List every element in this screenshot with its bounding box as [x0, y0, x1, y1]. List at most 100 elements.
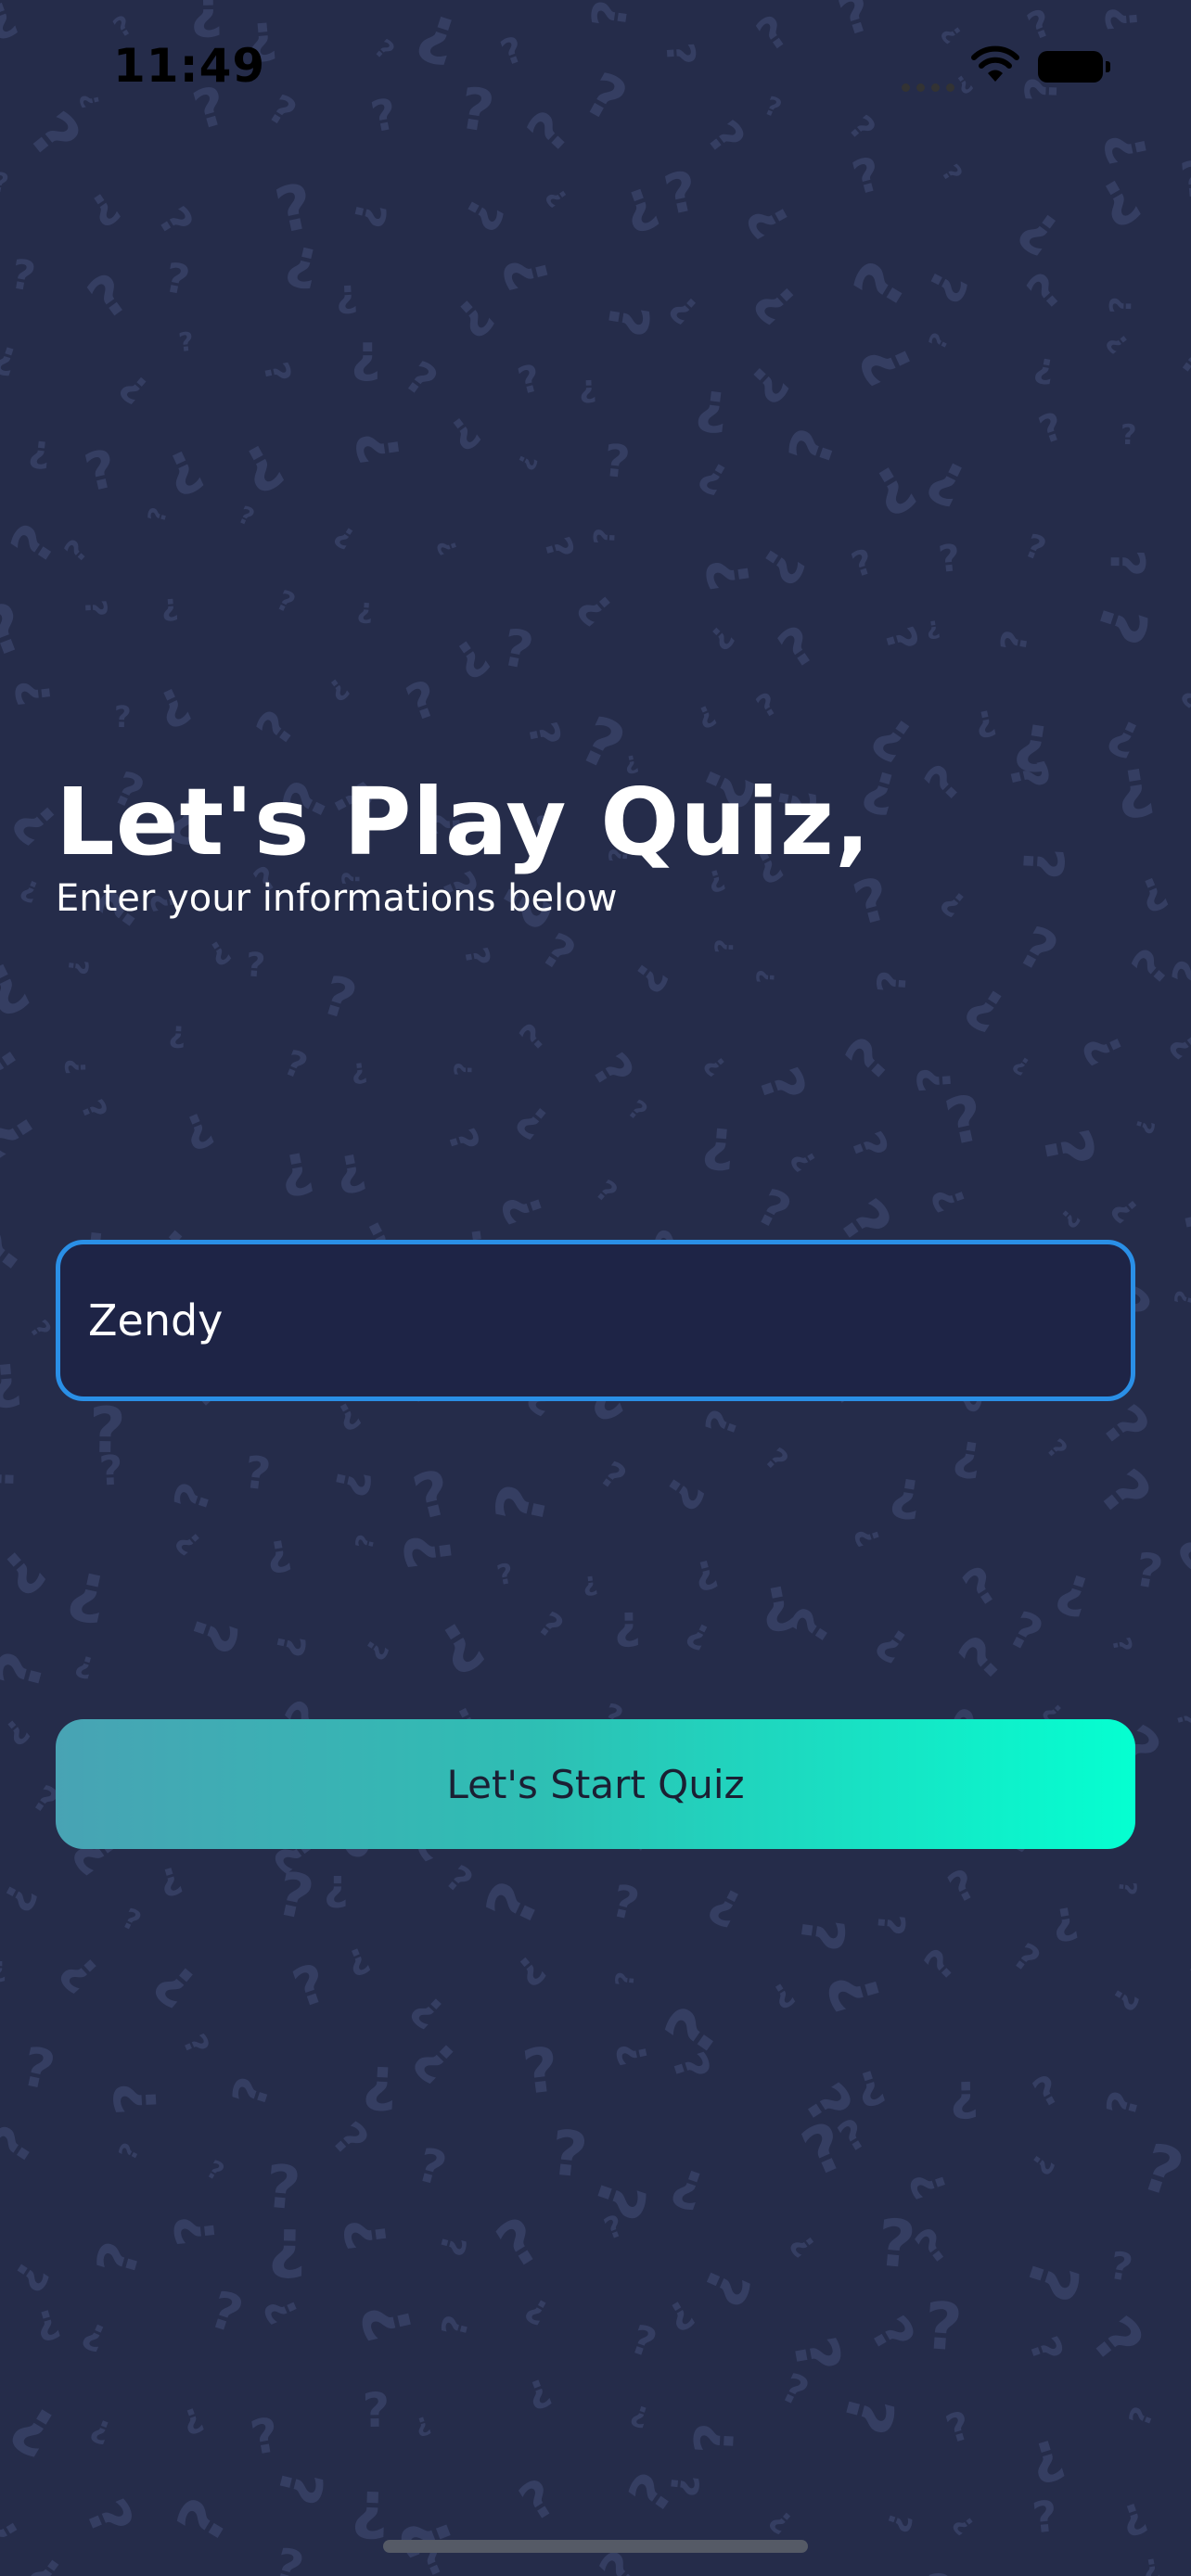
pattern-glyph: ¿ — [28, 2294, 64, 2346]
pattern-glyph: ? — [614, 172, 667, 245]
pattern-glyph: ? — [261, 85, 304, 136]
signal-dots-icon — [902, 78, 967, 92]
pattern-glyph: ? — [1121, 2402, 1161, 2431]
pattern-glyph: ? — [0, 0, 24, 50]
pattern-glyph: ? — [60, 1554, 115, 1639]
pattern-glyph: ¿ — [115, 1904, 145, 1941]
pattern-glyph: ¿ — [0, 1027, 40, 1094]
pattern-glyph: ? — [262, 1529, 296, 1583]
pattern-glyph: ¿ — [997, 628, 1042, 656]
pattern-glyph: ¿ — [276, 1046, 312, 1092]
pattern-glyph: ? — [6, 676, 62, 709]
pattern-glyph: ? — [344, 427, 415, 468]
pattern-glyph: ¿ — [957, 966, 1021, 1039]
pattern-glyph: ¿ — [611, 2035, 663, 2069]
name-input[interactable] — [88, 1244, 1099, 1396]
pattern-glyph: ? — [154, 434, 212, 509]
pattern-glyph: ? — [518, 718, 570, 751]
pattern-glyph: ¿ — [0, 330, 24, 380]
pattern-glyph: ¿ — [1104, 1635, 1135, 1656]
pattern-glyph: ? — [813, 1962, 898, 2021]
pattern-glyph: ¿ — [1028, 2071, 1070, 2122]
pattern-glyph: ¿ — [489, 2210, 558, 2290]
pattern-glyph: ¿ — [1034, 408, 1071, 458]
pattern-glyph: ? — [3, 2252, 59, 2301]
pattern-glyph: ¿ — [170, 2210, 237, 2249]
pattern-glyph: ¿ — [1130, 2136, 1190, 2222]
pattern-glyph: ¿ — [529, 1607, 568, 1650]
pattern-glyph: ¿ — [8, 104, 89, 179]
pattern-glyph: ¿ — [574, 1047, 640, 1103]
pattern-glyph: ? — [443, 286, 505, 350]
pattern-glyph: ? — [768, 614, 827, 682]
pattern-glyph: ¿ — [1101, 325, 1138, 358]
pattern-glyph: ¿ — [17, 868, 45, 907]
pattern-glyph: ? — [6, 250, 39, 301]
pattern-glyph: ? — [1018, 2330, 1072, 2369]
pattern-glyph: ¿ — [1164, 1021, 1191, 1064]
pattern-glyph: ¿ — [198, 928, 236, 971]
pattern-glyph: ? — [323, 1463, 381, 1502]
pattern-glyph: ¿ — [1000, 2248, 1086, 2308]
pattern-glyph: ? — [76, 261, 142, 333]
pattern-glyph: ? — [519, 2289, 556, 2332]
pattern-glyph: ¿ — [0, 1092, 59, 1167]
pattern-glyph: ? — [1097, 2085, 1150, 2122]
home-indicator[interactable] — [383, 2540, 808, 2553]
pattern-glyph: ? — [113, 2138, 147, 2165]
pattern-glyph: ? — [169, 1523, 210, 1562]
pattern-glyph: ? — [1173, 677, 1191, 715]
pattern-glyph: ? — [314, 963, 364, 1033]
pattern-glyph: ¿ — [1082, 1397, 1157, 1466]
pattern-glyph: ¿ — [53, 1937, 116, 1999]
pattern-glyph: ? — [652, 1466, 714, 1519]
pattern-glyph: ¿ — [0, 595, 39, 682]
pattern-glyph: ? — [244, 946, 267, 986]
pattern-glyph: ¿ — [86, 2406, 118, 2449]
pattern-glyph: ? — [160, 591, 180, 628]
pattern-glyph: ¿ — [1005, 919, 1065, 993]
pattern-glyph: ¿ — [783, 423, 858, 478]
pattern-glyph: ¿ — [682, 1609, 719, 1654]
pattern-glyph: ? — [142, 1949, 210, 2020]
pattern-glyph: ? — [934, 18, 968, 49]
pattern-glyph: ? — [947, 1623, 1018, 1694]
pattern-glyph: ¿ — [76, 89, 109, 110]
pattern-glyph: ¿ — [913, 1064, 968, 1094]
pattern-glyph: ? — [328, 1393, 367, 1439]
pattern-glyph: ? — [350, 2475, 391, 2551]
pattern-glyph: ¿ — [1130, 1548, 1166, 1607]
pattern-glyph: ¿ — [618, 950, 673, 999]
pattern-glyph: ? — [783, 1142, 826, 1178]
pattern-glyph: ? — [160, 254, 194, 305]
pattern-glyph: ¿ — [503, 1942, 550, 1992]
pattern-glyph: ? — [736, 353, 800, 415]
pattern-glyph: ¿ — [15, 2042, 59, 2111]
pattern-glyph: ? — [758, 1441, 796, 1478]
pattern-glyph: ? — [1172, 1947, 1191, 1997]
pattern-glyph: ? — [267, 2538, 310, 2576]
pattern-glyph: ? — [845, 330, 929, 396]
pattern-glyph: ¿ — [918, 758, 978, 816]
name-field[interactable] — [56, 1240, 1135, 1401]
start-quiz-button[interactable]: Let's Start Quiz — [56, 1719, 1135, 1849]
pattern-glyph: ¿ — [410, 2407, 434, 2440]
pattern-glyph: ¿ — [909, 2222, 962, 2279]
pattern-glyph: ? — [1109, 751, 1159, 833]
pattern-glyph: ? — [1103, 296, 1139, 314]
pattern-glyph: ? — [1103, 1189, 1147, 1231]
pattern-glyph: ¿ — [1181, 22, 1191, 59]
pattern-glyph: ¿ — [1079, 1461, 1159, 1537]
pattern-glyph: ? — [874, 2204, 919, 2284]
pattern-glyph: ¿ — [143, 201, 198, 249]
pattern-glyph: ¿ — [1003, 1938, 1045, 1985]
pattern-glyph: ¿ — [261, 1628, 310, 1661]
pattern-glyph: ? — [840, 108, 883, 149]
pattern-glyph: ? — [83, 2235, 154, 2283]
pattern-glyph: ¿ — [941, 1088, 992, 1168]
pattern-glyph: ? — [916, 444, 977, 521]
pattern-glyph: ¿ — [969, 696, 999, 741]
pattern-glyph: ? — [1054, 1203, 1085, 1233]
pattern-glyph: ¿ — [578, 367, 597, 405]
pattern-glyph: ¿ — [93, 2568, 149, 2576]
